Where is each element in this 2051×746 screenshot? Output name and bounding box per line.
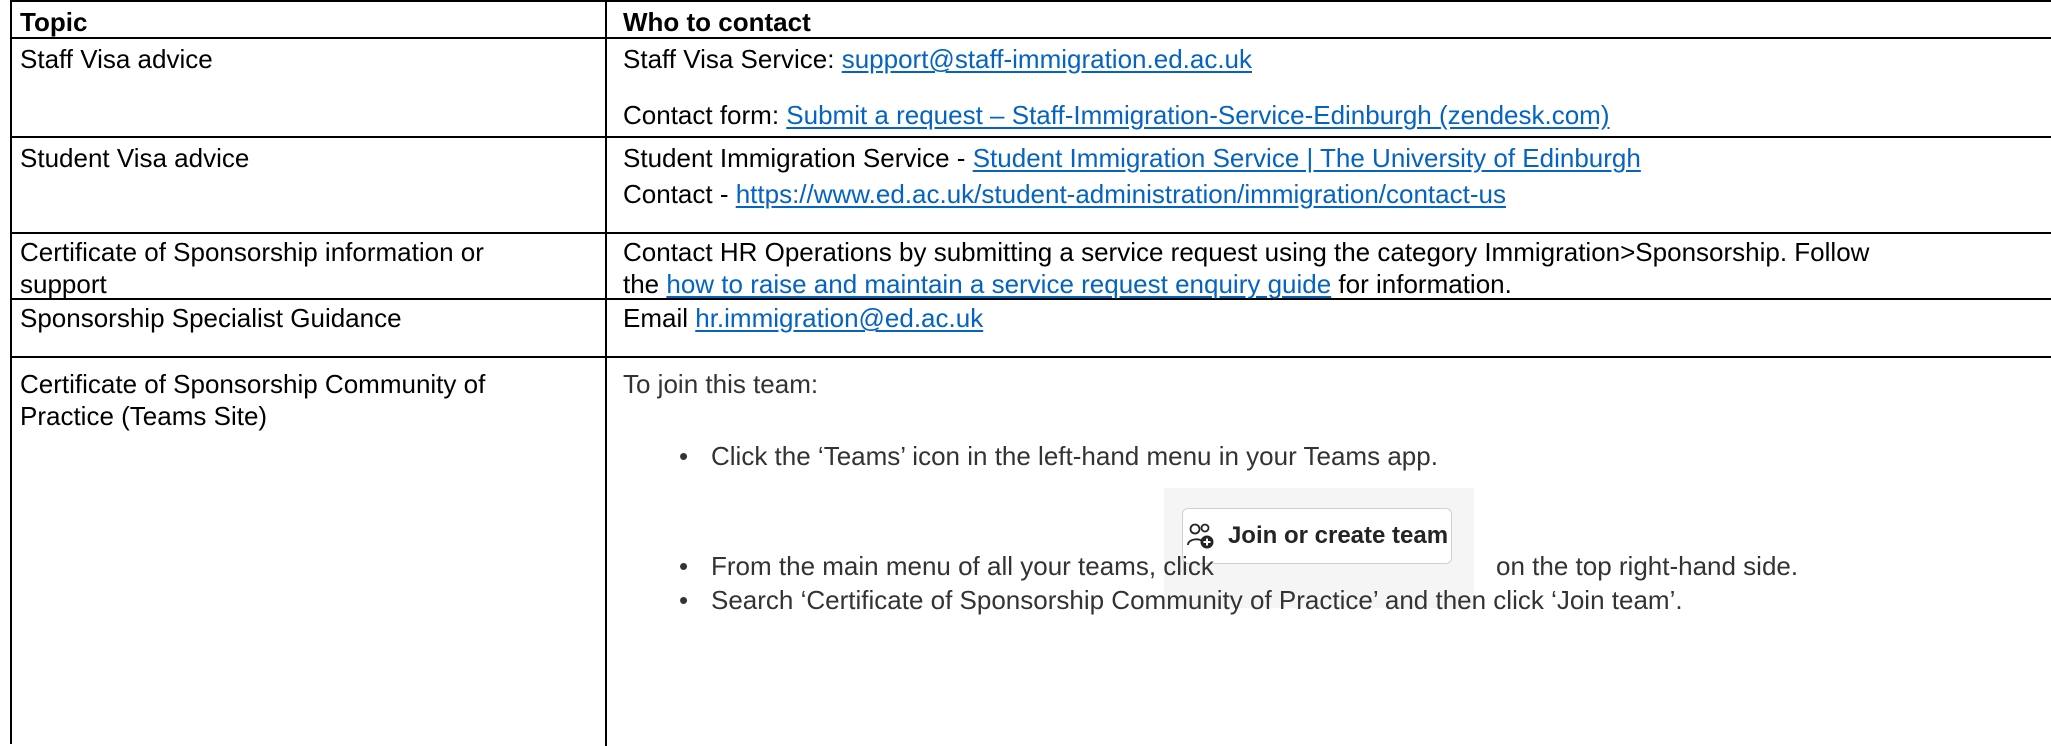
zendesk-request-link[interactable]: Submit a request – Staff-Immigration-Ser… (786, 100, 1609, 130)
contact-line: the how to raise and maintain a service … (623, 266, 1512, 302)
contact-cell: Staff Visa Service: support@staff-immigr… (607, 39, 2051, 136)
contact-label: Contact - (623, 179, 736, 209)
hr-immigration-email-link[interactable]: hr.immigration@ed.ac.uk (695, 303, 983, 333)
contact-label: Email (623, 303, 696, 333)
staff-visa-email-link[interactable]: support@staff-immigration.ed.ac.uk (842, 44, 1252, 74)
topic-text: Staff Visa advice (20, 44, 213, 74)
contact-line: Email hr.immigration@ed.ac.uk (623, 300, 983, 336)
header-who-cell: Who to contact (607, 2, 2051, 37)
contact-suffix: for information. (1331, 269, 1512, 299)
join-button-label: Join or create team (1227, 522, 1449, 549)
header-topic: Topic (20, 7, 88, 37)
table-row: Certificate of Sponsorship information o… (12, 234, 2051, 300)
contact-line: Staff Visa Service: support@staff-immigr… (623, 41, 1252, 77)
contact-label: Staff Visa Service: (623, 44, 842, 74)
contact-label: the (623, 269, 667, 299)
table-row: Student Visa advice Student Immigration … (12, 138, 2051, 234)
topic-cell: Student Visa advice (12, 138, 607, 232)
contact-line: Contact - https://www.ed.ac.uk/student-a… (623, 176, 1506, 212)
bullet-icon: • (679, 441, 689, 471)
topic-text: Student Visa advice (20, 143, 250, 173)
bullet-item: Search ‘Certificate of Sponsorship Commu… (711, 585, 1683, 615)
table-header-row: Topic Who to contact (12, 2, 2051, 39)
bullet-icon: • (679, 551, 689, 581)
contact-cell: Email hr.immigration@ed.ac.uk (607, 300, 2051, 356)
topic-text: Sponsorship Specialist Guidance (20, 303, 402, 333)
topic-text: Certificate of Sponsorship information o… (20, 237, 484, 267)
table-row: Sponsorship Specialist Guidance Email hr… (12, 300, 2051, 358)
topic-cell: Certificate of Sponsorship Community of … (12, 358, 607, 746)
people-add-icon (1186, 521, 1216, 551)
service-request-guide-link[interactable]: how to raise and maintain a service requ… (666, 269, 1331, 299)
contact-cell: Student Immigration Service - Student Im… (607, 138, 2051, 232)
topic-cell: Sponsorship Specialist Guidance (12, 300, 607, 356)
bullet-icon: • (679, 585, 689, 615)
student-contact-url-link[interactable]: https://www.ed.ac.uk/student-administrat… (736, 179, 1506, 209)
table-row: Certificate of Sponsorship Community of … (12, 358, 2051, 746)
contact-cell: Contact HR Operations by submitting a se… (607, 234, 2051, 299)
join-or-create-team-button[interactable]: Join or create team (1182, 508, 1452, 564)
intro-text: To join this team: (623, 369, 819, 399)
topic-cell: Staff Visa advice (12, 39, 607, 136)
student-immigration-link[interactable]: Student Immigration Service | The Univer… (973, 143, 1641, 173)
topic-text: Practice (Teams Site) (20, 401, 268, 431)
contact-text: Contact HR Operations by submitting a se… (623, 237, 1870, 267)
contact-label: Contact form: (623, 100, 787, 130)
contact-line: Contact form: Submit a request – Staff-I… (623, 97, 1609, 133)
topic-text: Certificate of Sponsorship Community of (20, 369, 486, 399)
header-who: Who to contact (623, 7, 811, 37)
contact-table: Topic Who to contact Staff Visa advice S… (10, 0, 2051, 746)
contact-label: Student Immigration Service - (623, 143, 973, 173)
bullet-item: From the main menu of all your teams, cl… (711, 551, 1214, 581)
bullet-suffix: on the top right-hand side. (1496, 551, 1799, 581)
bullet-item: Click the ‘Teams’ icon in the left-hand … (711, 441, 1438, 471)
table-row: Staff Visa advice Staff Visa Service: su… (12, 39, 2051, 138)
contact-cell: To join this team: • Click the ‘Teams’ i… (607, 358, 2051, 746)
topic-text: support (20, 269, 107, 299)
header-topic-cell: Topic (12, 2, 607, 37)
topic-cell: Certificate of Sponsorship information o… (12, 234, 607, 299)
contact-line: Student Immigration Service - Student Im… (623, 140, 1641, 176)
